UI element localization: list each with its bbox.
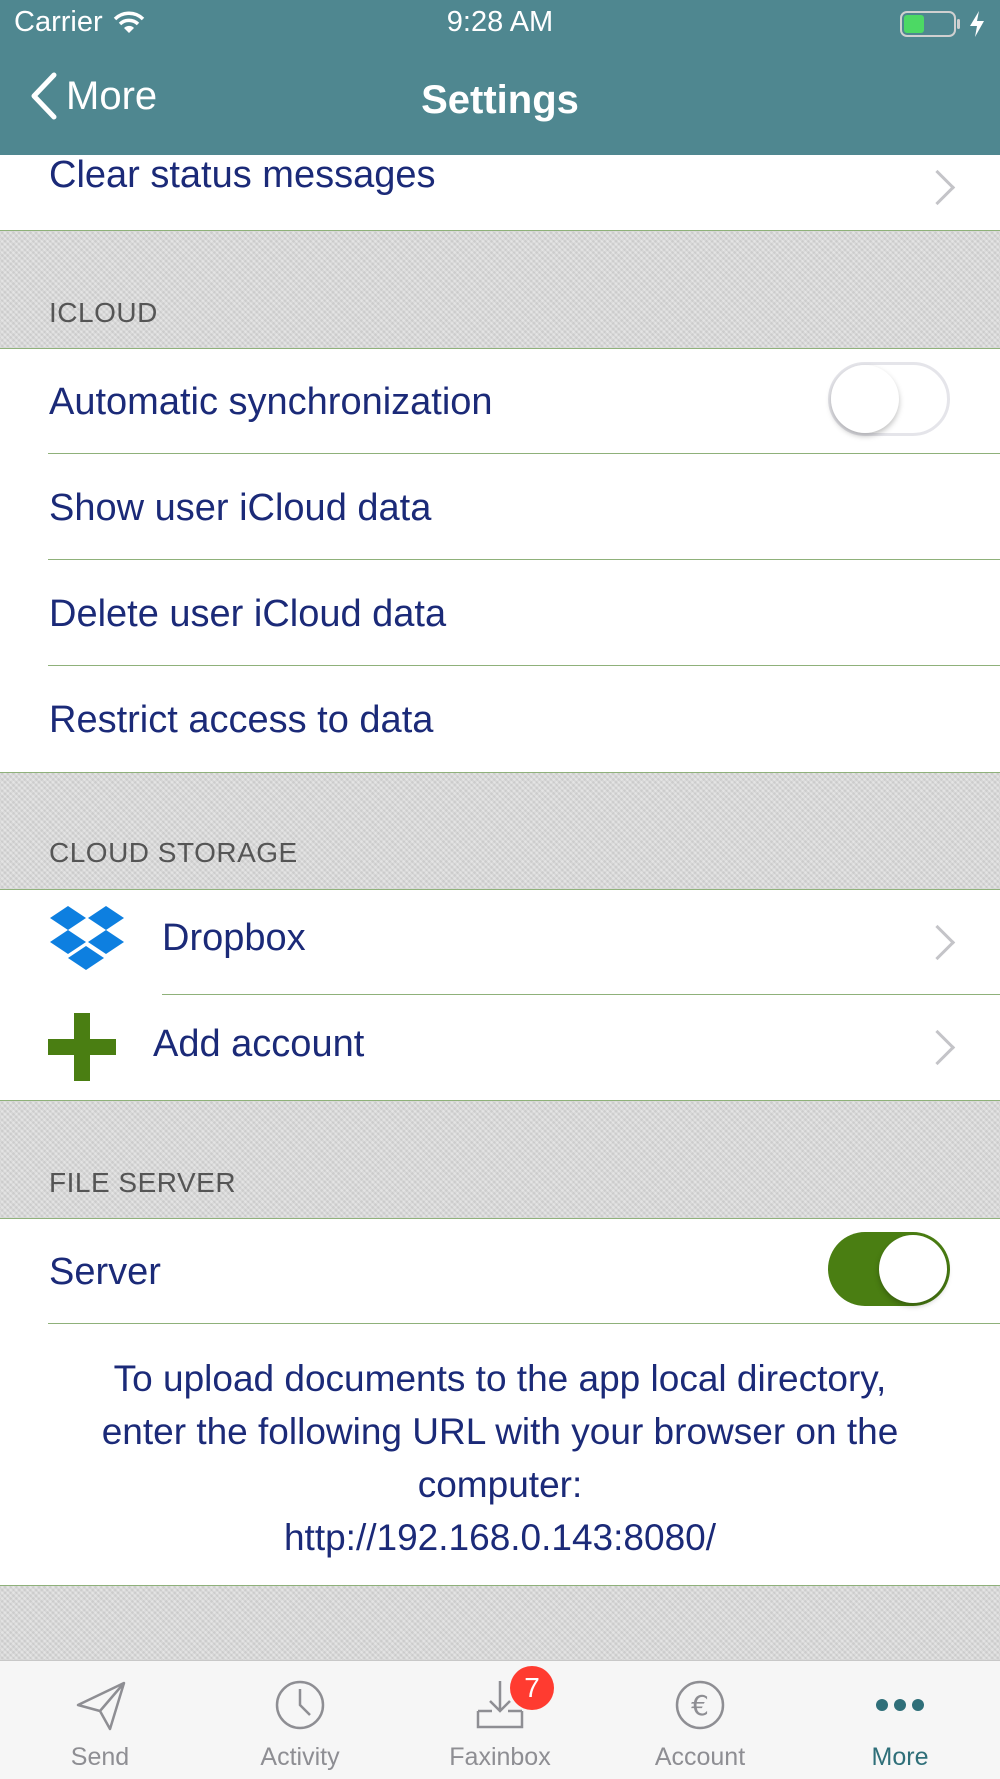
- charging-bolt-icon: [970, 11, 984, 37]
- dropbox-label: Dropbox: [162, 917, 306, 959]
- tab-account[interactable]: € Account: [600, 1661, 800, 1779]
- chevron-right-icon: [919, 924, 956, 961]
- delete-icloud-data-row[interactable]: Delete user iCloud data: [0, 560, 1000, 666]
- euro-coin-icon: €: [675, 1680, 725, 1730]
- restrict-access-row[interactable]: Restrict access to data: [0, 666, 1000, 772]
- show-icloud-data-row[interactable]: Show user iCloud data: [0, 454, 1000, 560]
- auto-sync-label: Automatic synchronization: [49, 381, 493, 423]
- page-title: Settings: [421, 78, 579, 122]
- paper-plane-icon: [76, 1681, 126, 1731]
- tab-more-label: More: [871, 1743, 929, 1771]
- info-line-1: To upload documents to the app local dir…: [113, 1358, 887, 1399]
- tab-activity[interactable]: Activity: [200, 1661, 400, 1779]
- status-time: 9:28 AM: [446, 6, 554, 38]
- tab-faxinbox-label: Faxinbox: [449, 1743, 551, 1771]
- clear-status-label: Clear status messages: [49, 154, 436, 196]
- cloud-storage-section-header: CLOUD STORAGE: [0, 773, 1000, 889]
- icloud-header-label: ICLOUD: [49, 297, 158, 328]
- tab-more[interactable]: More: [800, 1661, 1000, 1779]
- icloud-group: Automatic synchronization Show user iClo…: [0, 349, 1000, 772]
- cloud-storage-header-label: CLOUD STORAGE: [49, 837, 298, 868]
- divider: [48, 1323, 1000, 1324]
- more-dots-icon: [876, 1699, 924, 1711]
- restrict-access-label: Restrict access to data: [49, 699, 434, 741]
- auto-sync-row: Automatic synchronization: [0, 349, 1000, 454]
- tab-faxinbox[interactable]: Faxinbox: [400, 1661, 600, 1779]
- battery-icon: [900, 11, 960, 37]
- file-server-section-header: FILE SERVER: [0, 1101, 1000, 1218]
- dropbox-row[interactable]: Dropbox: [0, 890, 1000, 994]
- tab-account-label: Account: [654, 1743, 746, 1771]
- tab-send[interactable]: Send: [0, 1661, 200, 1779]
- toggle-knob: [831, 365, 899, 433]
- file-server-info: To upload documents to the app local dir…: [30, 1352, 970, 1564]
- tab-activity-label: Activity: [260, 1743, 340, 1771]
- info-line-2: enter the following URL with your browse…: [101, 1411, 899, 1452]
- file-server-group: Server To upload documents to the app lo…: [0, 1219, 1000, 1585]
- show-icloud-data-label: Show user iCloud data: [49, 487, 432, 529]
- delete-icloud-data-label: Delete user iCloud data: [49, 593, 447, 635]
- top-bar: Carrier 9:28 AM More Settings: [0, 0, 1000, 155]
- server-url: http://192.168.0.143:8080/: [283, 1517, 717, 1558]
- chevron-right-icon: [919, 1029, 956, 1066]
- toggle-knob: [879, 1235, 947, 1303]
- icloud-section-header: ICLOUD: [0, 231, 1000, 348]
- server-label: Server: [49, 1251, 161, 1293]
- svg-text:€: €: [691, 1689, 709, 1722]
- cloud-storage-group: Dropbox Add account: [0, 890, 1000, 1100]
- add-account-row[interactable]: Add account: [0, 995, 1000, 1100]
- tab-bar: Send Activity Faxinbox € Account More: [0, 1660, 1000, 1779]
- server-row: Server: [0, 1219, 1000, 1323]
- info-line-3: computer:: [417, 1464, 583, 1505]
- clock-icon: [275, 1680, 325, 1730]
- plus-icon: [48, 1013, 116, 1081]
- dropbox-icon: [50, 906, 124, 970]
- chevron-right-icon: [919, 169, 956, 206]
- tab-send-label: Send: [70, 1743, 130, 1771]
- battery-indicator: [900, 10, 986, 38]
- server-toggle[interactable]: [828, 1232, 950, 1306]
- faxinbox-badge: 7: [510, 1666, 554, 1710]
- section-spacer: [0, 1586, 1000, 1660]
- auto-sync-toggle[interactable]: [828, 362, 950, 436]
- add-account-label: Add account: [153, 1023, 365, 1065]
- file-server-header-label: FILE SERVER: [49, 1167, 237, 1198]
- clear-status-row[interactable]: Clear status messages: [0, 154, 1000, 230]
